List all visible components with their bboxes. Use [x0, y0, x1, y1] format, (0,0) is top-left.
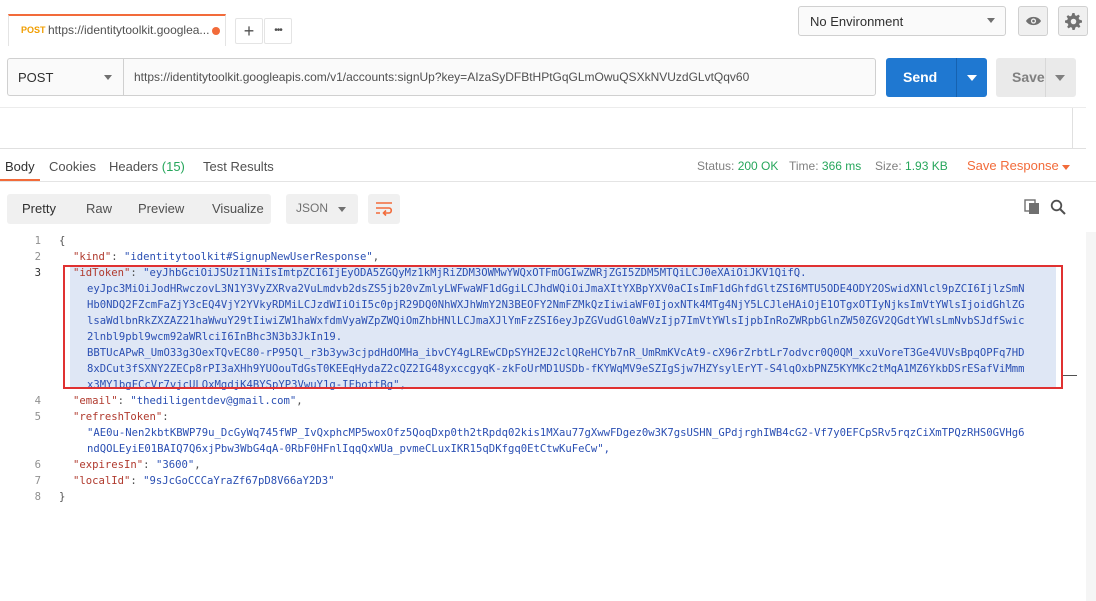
json-key: "kind": [73, 251, 112, 263]
json-line-refresh: "refreshToken":: [73, 411, 169, 423]
unsaved-changes-dot: [212, 27, 220, 35]
scroll-position-marker: [1063, 375, 1077, 376]
line-number: 8: [34, 491, 41, 503]
size-value: 1.93 KB: [905, 159, 948, 173]
json-line-kind: "kind": "identitytoolkit#SignupNewUserRe…: [73, 251, 380, 263]
format-label: JSON: [296, 201, 329, 215]
line-number: 4: [34, 395, 41, 407]
tab-options-button[interactable]: •••: [264, 18, 292, 44]
tab-url-label: https://identitytoolkit.googlea...: [48, 23, 210, 37]
headers-count: (15): [161, 159, 185, 174]
gear-icon: [1065, 13, 1082, 30]
chevron-down-icon[interactable]: [1062, 165, 1070, 170]
line-number: 5: [34, 411, 41, 423]
time-label: Time:: [789, 159, 819, 173]
response-tabs-divider: [0, 181, 1096, 182]
line-number: 3: [34, 267, 41, 279]
json-key: "localId": [73, 475, 131, 487]
url-input-value: https://identitytoolkit.googleapis.com/v…: [134, 70, 750, 84]
format-select[interactable]: JSON: [286, 194, 358, 224]
save-button-label: Save: [1012, 69, 1045, 85]
view-visualize-button[interactable]: Visualize: [212, 201, 264, 216]
more-icon: •••: [274, 25, 282, 36]
chevron-down-icon[interactable]: [967, 75, 977, 81]
send-button[interactable]: Send: [886, 58, 987, 97]
tab-test-results[interactable]: Test Results: [203, 159, 274, 174]
line-number: 7: [34, 475, 41, 487]
time-value: 366 ms: [821, 159, 862, 173]
line-number: 2: [34, 251, 41, 263]
view-pretty-button[interactable]: Pretty: [22, 201, 56, 216]
environment-settings-button[interactable]: [1058, 6, 1088, 36]
view-preview-button[interactable]: Preview: [138, 201, 184, 216]
new-tab-button[interactable]: +: [235, 18, 263, 44]
response-scrollbar[interactable]: [1086, 232, 1096, 601]
save-divider: [1045, 58, 1046, 97]
time-info: Time: 366 ms: [789, 159, 861, 173]
highlight-annotation-box: [63, 265, 1063, 389]
line-number: 6: [34, 459, 41, 471]
save-response-button[interactable]: Save Response: [967, 158, 1059, 173]
wrap-lines-button[interactable]: [368, 194, 400, 224]
json-line-expires: "expiresIn": "3600",: [73, 459, 201, 471]
tab-method-label: POST: [21, 25, 46, 35]
method-label: POST: [18, 70, 54, 85]
size-label: Size:: [875, 159, 902, 173]
status-label: Status:: [697, 159, 735, 173]
environment-quick-look-button[interactable]: [1018, 6, 1048, 36]
send-divider: [956, 58, 957, 97]
json-value: "9sJcGoCCCaYraZf67pD8V66aY2D3": [143, 475, 335, 487]
chevron-down-icon: [338, 207, 346, 212]
json-line-localid: "localId": "9sJcGoCCCaYraZf67pD8V66aY2D3…: [73, 475, 335, 487]
tab-headers[interactable]: Headers (15): [109, 159, 185, 174]
eye-icon: [1026, 16, 1041, 26]
json-value: "AE0u-Nen2kbtKBWP79u_DcGyWq745fWP_IvQxph…: [87, 427, 1025, 439]
wrap-lines-icon: [376, 202, 393, 217]
json-value: "thediligentdev@gmail.com": [130, 395, 297, 407]
status-value: 200 OK: [737, 159, 779, 173]
tab-body[interactable]: Body: [5, 159, 35, 174]
json-key: "refreshToken": [73, 411, 163, 423]
copy-icon[interactable]: [1024, 199, 1040, 215]
size-info: Size: 1.93 KB: [875, 159, 948, 173]
json-key: "email": [73, 395, 118, 407]
view-raw-button[interactable]: Raw: [86, 201, 112, 216]
url-input[interactable]: https://identitytoolkit.googleapis.com/v…: [123, 58, 876, 96]
json-open-brace: {: [59, 235, 66, 247]
json-value: "3600": [155, 459, 195, 471]
plus-icon: +: [243, 21, 255, 41]
request-tab[interactable]: POST https://identitytoolkit.googlea...: [8, 14, 226, 46]
json-line-email: "email": "thediligentdev@gmail.com",: [73, 395, 303, 407]
status-info: Status: 200 OK: [697, 159, 778, 173]
json-value: "identitytoolkit#SignupNewUserResponse": [124, 251, 373, 263]
json-value-continuation: ndQOLEyiE01BAIQ7Q6xjPbw3WbG4qA-0RbF0HFnl…: [87, 443, 610, 455]
chevron-down-icon: [987, 18, 995, 23]
save-button[interactable]: Save: [996, 58, 1076, 97]
chevron-down-icon: [104, 75, 112, 80]
tab-cookies[interactable]: Cookies: [49, 159, 96, 174]
environment-select[interactable]: No Environment: [798, 6, 1006, 36]
view-mode-group: Pretty Raw Preview Visualize: [7, 194, 271, 224]
chevron-down-icon[interactable]: [1055, 75, 1065, 81]
send-button-label: Send: [903, 69, 938, 85]
tab-headers-label: Headers: [109, 159, 159, 174]
method-select[interactable]: POST: [7, 58, 123, 96]
line-number: 1: [34, 235, 41, 247]
search-icon[interactable]: [1050, 199, 1066, 215]
request-config-area: [0, 107, 1086, 149]
json-key: "expiresIn": [73, 459, 144, 471]
request-config-scrollbar[interactable]: [1072, 108, 1073, 148]
environment-label: No Environment: [810, 14, 904, 29]
json-close-brace: }: [59, 491, 66, 503]
